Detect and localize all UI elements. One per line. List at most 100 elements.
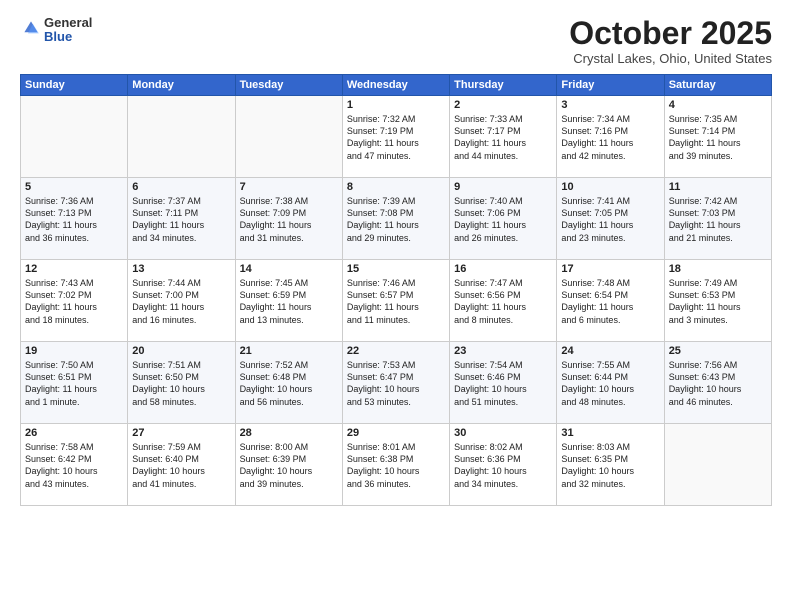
month-title: October 2025 bbox=[569, 16, 772, 51]
day-info: Sunrise: 7:35 AM Sunset: 7:14 PM Dayligh… bbox=[669, 113, 767, 162]
calendar-cell: 22 Sunrise: 7:53 AM Sunset: 6:47 PM Dayli… bbox=[342, 342, 449, 424]
calendar-cell: 21Sunrise: 7:52 AM Sunset: 6:48 PM Dayli… bbox=[235, 342, 342, 424]
day-info: Sunrise: 7:33 AM Sunset: 7:17 PM Dayligh… bbox=[454, 113, 552, 162]
day-number: 27 bbox=[132, 427, 230, 439]
calendar-cell: 8Sunrise: 7:39 AM Sunset: 7:08 PM Daylig… bbox=[342, 178, 449, 260]
day-info: Sunrise: 7:36 AM Sunset: 7:13 PM Dayligh… bbox=[25, 195, 123, 244]
day-info: Sunrise: 7:42 AM Sunset: 7:03 PM Dayligh… bbox=[669, 195, 767, 244]
calendar-header-row: SundayMondayTuesdayWednesdayThursdayFrid… bbox=[21, 75, 772, 96]
calendar-cell: 6 Sunrise: 7:37 AM Sunset: 7:11 PM Daylig… bbox=[128, 178, 235, 260]
day-info: Sunrise: 7:43 AM Sunset: 7:02 PM Dayligh… bbox=[25, 277, 123, 326]
calendar-cell: 18 Sunrise: 7:49 AM Sunset: 6:53 PM Dayli… bbox=[664, 260, 771, 342]
day-info: Sunrise: 7:53 AM Sunset: 6:47 PM Dayligh… bbox=[347, 359, 445, 408]
day-number: 21 bbox=[240, 345, 338, 357]
day-number: 16 bbox=[454, 263, 552, 275]
day-info: Sunrise: 7:46 AM Sunset: 6:57 PM Dayligh… bbox=[347, 277, 445, 326]
day-number: 11 bbox=[669, 181, 767, 193]
location: Crystal Lakes, Ohio, United States bbox=[569, 51, 772, 66]
day-info: Sunrise: 7:50 AM Sunset: 6:51 PM Dayligh… bbox=[25, 359, 123, 408]
day-info: Sunrise: 8:03 AM Sunset: 6:35 PM Dayligh… bbox=[561, 441, 659, 490]
calendar-cell: 19 Sunrise: 7:50 AM Sunset: 6:51 PM Dayli… bbox=[21, 342, 128, 424]
calendar-cell: 29 Sunrise: 8:01 AM Sunset: 6:38 PM Dayli… bbox=[342, 424, 449, 506]
day-info: Sunrise: 7:41 AM Sunset: 7:05 PM Dayligh… bbox=[561, 195, 659, 244]
day-number: 13 bbox=[132, 263, 230, 275]
calendar-cell: 9 Sunrise: 7:40 AM Sunset: 7:06 PM Daylig… bbox=[450, 178, 557, 260]
weekday-header-thursday: Thursday bbox=[450, 75, 557, 96]
day-info: Sunrise: 7:59 AM Sunset: 6:40 PM Dayligh… bbox=[132, 441, 230, 490]
calendar-cell: 25Sunrise: 7:56 AM Sunset: 6:43 PM Dayli… bbox=[664, 342, 771, 424]
title-block: October 2025 Crystal Lakes, Ohio, United… bbox=[569, 16, 772, 66]
day-number: 4 bbox=[669, 99, 767, 111]
day-number: 3 bbox=[561, 99, 659, 111]
calendar-cell: 26 Sunrise: 7:58 AM Sunset: 6:42 PM Dayli… bbox=[21, 424, 128, 506]
day-number: 28 bbox=[240, 427, 338, 439]
calendar-cell: 31 Sunrise: 8:03 AM Sunset: 6:35 PM Dayli… bbox=[557, 424, 664, 506]
day-number: 10 bbox=[561, 181, 659, 193]
calendar-cell: 13 Sunrise: 7:44 AM Sunset: 7:00 PM Dayli… bbox=[128, 260, 235, 342]
day-number: 9 bbox=[454, 181, 552, 193]
day-info: Sunrise: 7:49 AM Sunset: 6:53 PM Dayligh… bbox=[669, 277, 767, 326]
day-number: 31 bbox=[561, 427, 659, 439]
day-info: Sunrise: 7:45 AM Sunset: 6:59 PM Dayligh… bbox=[240, 277, 338, 326]
calendar-cell: 4 Sunrise: 7:35 AM Sunset: 7:14 PM Daylig… bbox=[664, 96, 771, 178]
day-info: Sunrise: 8:01 AM Sunset: 6:38 PM Dayligh… bbox=[347, 441, 445, 490]
day-info: Sunrise: 7:32 AM Sunset: 7:19 PM Dayligh… bbox=[347, 113, 445, 162]
weekday-header-wednesday: Wednesday bbox=[342, 75, 449, 96]
calendar-cell: 16 Sunrise: 7:47 AM Sunset: 6:56 PM Dayli… bbox=[450, 260, 557, 342]
day-info: Sunrise: 7:48 AM Sunset: 6:54 PM Dayligh… bbox=[561, 277, 659, 326]
day-number: 18 bbox=[669, 263, 767, 275]
day-number: 29 bbox=[347, 427, 445, 439]
weekday-header-saturday: Saturday bbox=[664, 75, 771, 96]
day-info: Sunrise: 7:34 AM Sunset: 7:16 PM Dayligh… bbox=[561, 113, 659, 162]
day-number: 24 bbox=[561, 345, 659, 357]
day-number: 7 bbox=[240, 181, 338, 193]
day-number: 20 bbox=[132, 345, 230, 357]
calendar-cell: 23Sunrise: 7:54 AM Sunset: 6:46 PM Dayli… bbox=[450, 342, 557, 424]
day-number: 5 bbox=[25, 181, 123, 193]
calendar-cell: 30Sunrise: 8:02 AM Sunset: 6:36 PM Dayli… bbox=[450, 424, 557, 506]
day-info: Sunrise: 7:37 AM Sunset: 7:11 PM Dayligh… bbox=[132, 195, 230, 244]
day-number: 6 bbox=[132, 181, 230, 193]
logo-general: General bbox=[44, 16, 92, 30]
calendar-cell: 17Sunrise: 7:48 AM Sunset: 6:54 PM Dayli… bbox=[557, 260, 664, 342]
day-info: Sunrise: 7:58 AM Sunset: 6:42 PM Dayligh… bbox=[25, 441, 123, 490]
calendar-week-5: 26 Sunrise: 7:58 AM Sunset: 6:42 PM Dayli… bbox=[21, 424, 772, 506]
weekday-header-monday: Monday bbox=[128, 75, 235, 96]
day-number: 30 bbox=[454, 427, 552, 439]
calendar-cell: 7 Sunrise: 7:38 AM Sunset: 7:09 PM Daylig… bbox=[235, 178, 342, 260]
calendar-table: SundayMondayTuesdayWednesdayThursdayFrid… bbox=[20, 74, 772, 506]
day-number: 22 bbox=[347, 345, 445, 357]
logo: General Blue bbox=[20, 16, 92, 45]
day-info: Sunrise: 7:51 AM Sunset: 6:50 PM Dayligh… bbox=[132, 359, 230, 408]
day-number: 14 bbox=[240, 263, 338, 275]
calendar-cell bbox=[128, 96, 235, 178]
header: General Blue October 2025 Crystal Lakes,… bbox=[20, 16, 772, 66]
calendar-cell: 20 Sunrise: 7:51 AM Sunset: 6:50 PM Dayli… bbox=[128, 342, 235, 424]
calendar-cell: 14 Sunrise: 7:45 AM Sunset: 6:59 PM Dayli… bbox=[235, 260, 342, 342]
calendar-cell bbox=[21, 96, 128, 178]
day-info: Sunrise: 7:54 AM Sunset: 6:46 PM Dayligh… bbox=[454, 359, 552, 408]
calendar-cell: 15Sunrise: 7:46 AM Sunset: 6:57 PM Dayli… bbox=[342, 260, 449, 342]
calendar-week-4: 19 Sunrise: 7:50 AM Sunset: 6:51 PM Dayli… bbox=[21, 342, 772, 424]
day-number: 12 bbox=[25, 263, 123, 275]
day-info: Sunrise: 7:38 AM Sunset: 7:09 PM Dayligh… bbox=[240, 195, 338, 244]
day-info: Sunrise: 7:47 AM Sunset: 6:56 PM Dayligh… bbox=[454, 277, 552, 326]
calendar-week-1: 1Sunrise: 7:32 AM Sunset: 7:19 PM Daylig… bbox=[21, 96, 772, 178]
calendar-week-2: 5 Sunrise: 7:36 AM Sunset: 7:13 PM Daylig… bbox=[21, 178, 772, 260]
day-info: Sunrise: 8:00 AM Sunset: 6:39 PM Dayligh… bbox=[240, 441, 338, 490]
calendar-cell: 1Sunrise: 7:32 AM Sunset: 7:19 PM Daylig… bbox=[342, 96, 449, 178]
calendar-week-3: 12 Sunrise: 7:43 AM Sunset: 7:02 PM Dayli… bbox=[21, 260, 772, 342]
calendar-cell: 12 Sunrise: 7:43 AM Sunset: 7:02 PM Dayli… bbox=[21, 260, 128, 342]
weekday-header-friday: Friday bbox=[557, 75, 664, 96]
day-number: 19 bbox=[25, 345, 123, 357]
calendar-cell: 11 Sunrise: 7:42 AM Sunset: 7:03 PM Dayli… bbox=[664, 178, 771, 260]
calendar-cell: 27 Sunrise: 7:59 AM Sunset: 6:40 PM Dayli… bbox=[128, 424, 235, 506]
day-number: 26 bbox=[25, 427, 123, 439]
day-info: Sunrise: 7:56 AM Sunset: 6:43 PM Dayligh… bbox=[669, 359, 767, 408]
weekday-header-sunday: Sunday bbox=[21, 75, 128, 96]
page: General Blue October 2025 Crystal Lakes,… bbox=[0, 0, 792, 612]
day-number: 8 bbox=[347, 181, 445, 193]
day-info: Sunrise: 7:40 AM Sunset: 7:06 PM Dayligh… bbox=[454, 195, 552, 244]
day-info: Sunrise: 7:44 AM Sunset: 7:00 PM Dayligh… bbox=[132, 277, 230, 326]
day-number: 2 bbox=[454, 99, 552, 111]
